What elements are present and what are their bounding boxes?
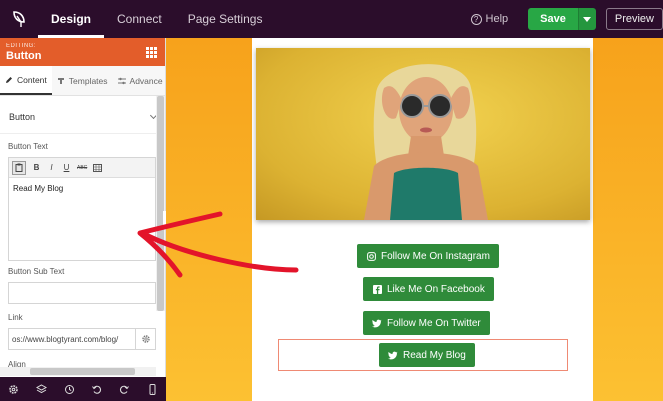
link-field: os://www.blogtyrant.com/blog/ [8,328,156,350]
twitter-icon [372,318,382,328]
gear-icon [141,335,150,343]
panel-footer [0,377,166,401]
table-icon[interactable] [93,161,103,175]
tab-templates-label: Templates [68,75,108,86]
link-label: Link [8,313,23,322]
panel-scrollbar-thumb[interactable] [157,96,164,311]
help-icon: ? [470,13,482,25]
strikethrough-button[interactable]: ABC [77,161,87,175]
save-button[interactable]: Save [528,8,578,30]
template-icon [57,77,64,84]
gear-icon[interactable] [8,384,19,395]
instagram-icon [366,251,376,261]
instagram-button-label: Follow Me On Instagram [381,250,490,262]
paste-icon[interactable] [12,160,26,175]
tab-advanced-label: Advance [129,75,163,86]
settings-panel: EDITING: Button Content Templates Advanc… [0,38,166,401]
facebook-button[interactable]: Like Me On Facebook [363,277,494,301]
save-group: Save [528,8,596,30]
tab-content[interactable]: Content [0,66,52,95]
panel-tabs: Content Templates Advance [0,66,165,96]
pencil-icon [6,76,12,83]
tab-content-label: Content [17,74,47,85]
underline-button[interactable]: U [62,161,71,175]
sliders-icon [117,77,126,84]
undo-icon[interactable] [91,384,102,395]
help-label: Help [485,13,509,25]
grid-icon[interactable] [146,47,157,58]
panel-horizontal-scrollbar-thumb[interactable] [30,368,135,375]
editing-label: EDITING: [6,43,37,49]
section-title: Button [9,111,36,122]
help-link[interactable]: ? Help [470,13,509,25]
mobile-icon[interactable] [147,383,158,395]
bold-button[interactable]: B [32,161,41,175]
tab-connect[interactable]: Connect [104,0,175,38]
section-button-header[interactable]: Button [0,100,165,134]
panel-scrollbar[interactable] [156,96,165,311]
tab-page-settings[interactable]: Page Settings [175,0,276,38]
tab-advanced[interactable]: Advance [113,66,168,95]
italic-button[interactable]: I [47,161,56,175]
save-options-button[interactable] [577,8,596,30]
twitter-button-label: Follow Me On Twitter [387,317,481,329]
panel-horizontal-scrollbar[interactable] [0,367,156,376]
hero-image[interactable] [256,48,590,220]
panel-title: Button [6,50,42,62]
button-text-editor: B I U ABC Read My Blog [8,157,156,261]
button-text-input[interactable]: Read My Blog [9,178,155,260]
button-sub-text-input[interactable] [8,282,156,304]
top-bar: Design Connect Page Settings ? Help Save… [0,0,663,38]
chevron-down-icon [583,16,592,22]
panel-header: EDITING: Button [0,38,165,66]
tab-design[interactable]: Design [38,0,105,38]
redo-icon[interactable] [119,384,130,395]
read-my-blog-button-label: Read My Blog [403,349,466,361]
tab-templates[interactable]: Templates [52,66,113,95]
history-icon[interactable] [64,384,75,395]
editor-toolbar: B I U ABC [9,158,155,178]
link-settings-button[interactable] [135,329,155,349]
preview-button[interactable]: Preview [605,8,663,30]
button-sub-text-label: Button Sub Text [8,267,65,276]
facebook-button-label: Like Me On Facebook [387,283,485,295]
twitter-button[interactable]: Follow Me On Twitter [363,311,490,335]
instagram-button[interactable]: Follow Me On Instagram [357,244,499,268]
read-my-blog-button[interactable]: Read My Blog [379,343,475,367]
twitter-icon [388,350,398,360]
link-input[interactable]: os://www.blogtyrant.com/blog/ [9,335,135,344]
button-text-label: Button Text [8,142,48,151]
page-content: Follow Me On Instagram Like Me On Facebo… [252,38,593,401]
page-canvas: Follow Me On Instagram Like Me On Facebo… [166,38,663,401]
facebook-icon [372,284,382,294]
seedprod-logo-icon[interactable] [0,0,38,38]
layers-icon[interactable] [35,383,47,395]
